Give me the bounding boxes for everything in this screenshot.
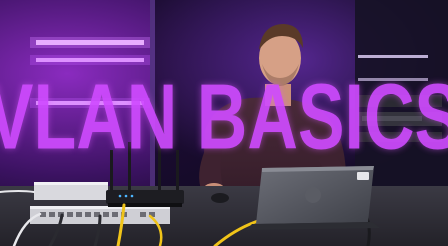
computer-mouse [211, 193, 229, 203]
thumbnail-scene: VLAN BASICS [0, 0, 448, 246]
thumbnail-title: VLAN BASICS [0, 65, 448, 169]
